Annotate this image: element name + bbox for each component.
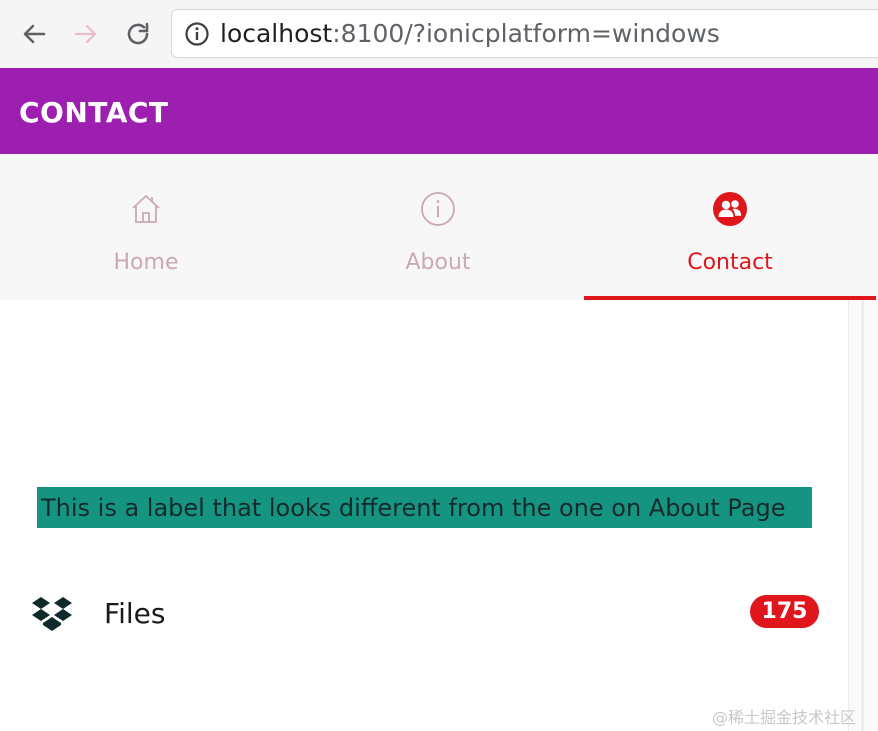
tab-bar: Home About Contact bbox=[0, 154, 878, 300]
custom-label: This is a label that looks different fro… bbox=[37, 487, 812, 528]
contacts-icon bbox=[711, 190, 749, 228]
files-count-badge: 175 bbox=[750, 595, 819, 628]
tab-contact-label: Contact bbox=[687, 250, 773, 275]
tab-home-label: Home bbox=[113, 250, 179, 275]
reload-button[interactable] bbox=[118, 14, 158, 54]
info-icon[interactable] bbox=[184, 21, 210, 47]
page-title: CONTACT bbox=[19, 96, 169, 129]
back-arrow-icon bbox=[20, 20, 48, 48]
files-label: Files bbox=[104, 597, 166, 630]
back-button[interactable] bbox=[14, 14, 54, 54]
url-host: localhost bbox=[220, 19, 333, 48]
tab-about[interactable]: About bbox=[292, 154, 584, 300]
list-item-files[interactable]: Files 175 bbox=[0, 580, 848, 644]
browser-toolbar: localhost:8100/?ionicplatform=windows bbox=[0, 0, 878, 68]
information-icon bbox=[419, 190, 457, 228]
dropbox-icon bbox=[30, 595, 74, 633]
reload-icon bbox=[124, 20, 152, 48]
tab-home[interactable]: Home bbox=[0, 154, 292, 300]
tab-contact[interactable]: Contact bbox=[584, 154, 876, 300]
home-icon bbox=[127, 190, 165, 228]
tab-about-label: About bbox=[405, 250, 471, 275]
address-bar[interactable]: localhost:8100/?ionicplatform=windows bbox=[171, 9, 878, 58]
forward-button[interactable] bbox=[66, 14, 106, 54]
watermark: @稀土掘金技术社区 bbox=[712, 708, 857, 727]
scrollbar[interactable] bbox=[848, 300, 878, 731]
app-header: CONTACT bbox=[0, 68, 878, 154]
forward-arrow-icon bbox=[72, 20, 100, 48]
url-text[interactable]: localhost:8100/?ionicplatform=windows bbox=[220, 20, 720, 48]
url-path: :8100/?ionicplatform=windows bbox=[332, 19, 720, 48]
